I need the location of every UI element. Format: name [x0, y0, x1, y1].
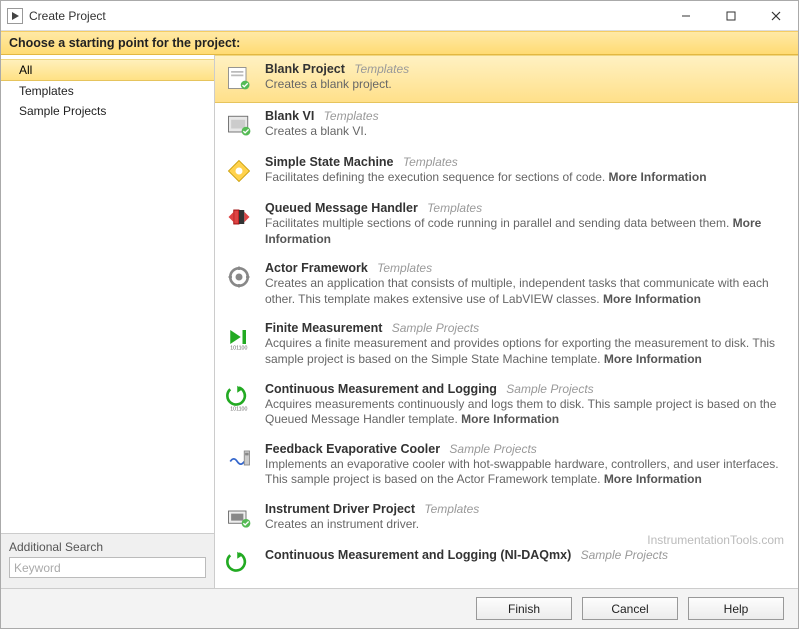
template-feedback-evaporative-cooler[interactable]: Feedback Evaporative Cooler Sample Proje… [215, 436, 798, 496]
template-title: Queued Message Handler [265, 201, 418, 215]
footer: Finish Cancel Help [1, 588, 798, 628]
category-sample-projects[interactable]: Sample Projects [1, 101, 214, 121]
evaporative-cooler-icon [223, 442, 255, 474]
template-title: Blank VI [265, 109, 314, 123]
minimize-button[interactable] [663, 1, 708, 30]
template-list[interactable]: Blank Project Templates Creates a blank … [215, 55, 798, 588]
template-desc: Creates an application that consists of … [265, 276, 788, 307]
template-desc: Creates a blank project. [265, 77, 788, 93]
continuous-daq-icon [223, 548, 255, 580]
template-desc: Acquires measurements continuously and l… [265, 397, 788, 428]
actor-framework-icon [223, 261, 255, 293]
template-category: Sample Projects [392, 321, 479, 335]
template-title: Blank Project [265, 62, 345, 76]
left-panel: All Templates Sample Projects Additional… [1, 55, 215, 588]
template-category: Sample Projects [581, 548, 668, 562]
template-desc: Acquires a finite measurement and provid… [265, 336, 788, 367]
svg-text:101100: 101100 [230, 406, 247, 412]
help-button[interactable]: Help [688, 597, 784, 620]
main-area: All Templates Sample Projects Additional… [1, 55, 798, 588]
template-continuous-daqmx[interactable]: Continuous Measurement and Logging (NI-D… [215, 542, 798, 580]
template-desc: Implements an evaporative cooler with ho… [265, 457, 788, 488]
state-machine-icon [223, 155, 255, 187]
instruction-banner: Choose a starting point for the project: [1, 31, 798, 55]
template-title: Feedback Evaporative Cooler [265, 442, 440, 456]
template-continuous-measurement[interactable]: 101100 Continuous Measurement and Loggin… [215, 376, 798, 436]
template-title: Actor Framework [265, 261, 368, 275]
template-category: Templates [403, 155, 458, 169]
app-icon [7, 8, 23, 24]
template-title: Simple State Machine [265, 155, 394, 169]
template-instrument-driver[interactable]: Instrument Driver Project Templates Crea… [215, 496, 798, 542]
template-category: Sample Projects [506, 382, 593, 396]
template-queued-message-handler[interactable]: Queued Message Handler Templates Facilit… [215, 195, 798, 255]
cancel-button[interactable]: Cancel [582, 597, 678, 620]
template-desc: Creates an instrument driver. [265, 517, 788, 533]
blank-vi-icon [223, 109, 255, 141]
titlebar: Create Project [1, 1, 798, 31]
template-category: Templates [324, 109, 379, 123]
template-blank-vi[interactable]: Blank VI Templates Creates a blank VI. [215, 103, 798, 149]
more-info-link[interactable]: More Information [603, 292, 701, 306]
template-simple-state-machine[interactable]: Simple State Machine Templates Facilitat… [215, 149, 798, 195]
more-info-link[interactable]: More Information [461, 412, 559, 426]
template-category: Templates [427, 201, 482, 215]
finite-measurement-icon: 101100 [223, 321, 255, 353]
more-info-link[interactable]: More Information [604, 472, 702, 486]
maximize-button[interactable] [708, 1, 753, 30]
window-title: Create Project [29, 9, 106, 23]
template-finite-measurement[interactable]: 101100 Finite Measurement Sample Project… [215, 315, 798, 375]
more-info-link[interactable]: More Information [604, 352, 702, 366]
template-blank-project[interactable]: Blank Project Templates Creates a blank … [215, 55, 798, 103]
search-panel: Additional Search [1, 533, 214, 588]
template-title: Continuous Measurement and Logging (NI-D… [265, 548, 571, 562]
template-category: Templates [424, 502, 479, 516]
continuous-log-icon: 101100 [223, 382, 255, 414]
blank-project-icon [223, 62, 255, 94]
search-input[interactable] [9, 557, 206, 578]
close-button[interactable] [753, 1, 798, 30]
template-desc: Creates a blank VI. [265, 124, 788, 140]
finish-button[interactable]: Finish [476, 597, 572, 620]
more-info-link[interactable]: More Information [609, 170, 707, 184]
template-category: Templates [377, 261, 432, 275]
queued-handler-icon [223, 201, 255, 233]
template-category: Templates [354, 62, 409, 76]
template-actor-framework[interactable]: Actor Framework Templates Creates an app… [215, 255, 798, 315]
search-label: Additional Search [9, 540, 206, 554]
template-desc: Facilitates defining the execution seque… [265, 170, 788, 186]
svg-text:101100: 101100 [230, 346, 247, 352]
instrument-driver-icon [223, 502, 255, 534]
template-title: Finite Measurement [265, 321, 382, 335]
template-title: Instrument Driver Project [265, 502, 415, 516]
category-list: All Templates Sample Projects [1, 55, 214, 533]
category-templates[interactable]: Templates [1, 81, 214, 101]
template-desc: Facilitates multiple sections of code ru… [265, 216, 788, 247]
window-buttons [663, 1, 798, 30]
template-category: Sample Projects [449, 442, 536, 456]
template-title: Continuous Measurement and Logging [265, 382, 497, 396]
category-all[interactable]: All [1, 59, 214, 81]
